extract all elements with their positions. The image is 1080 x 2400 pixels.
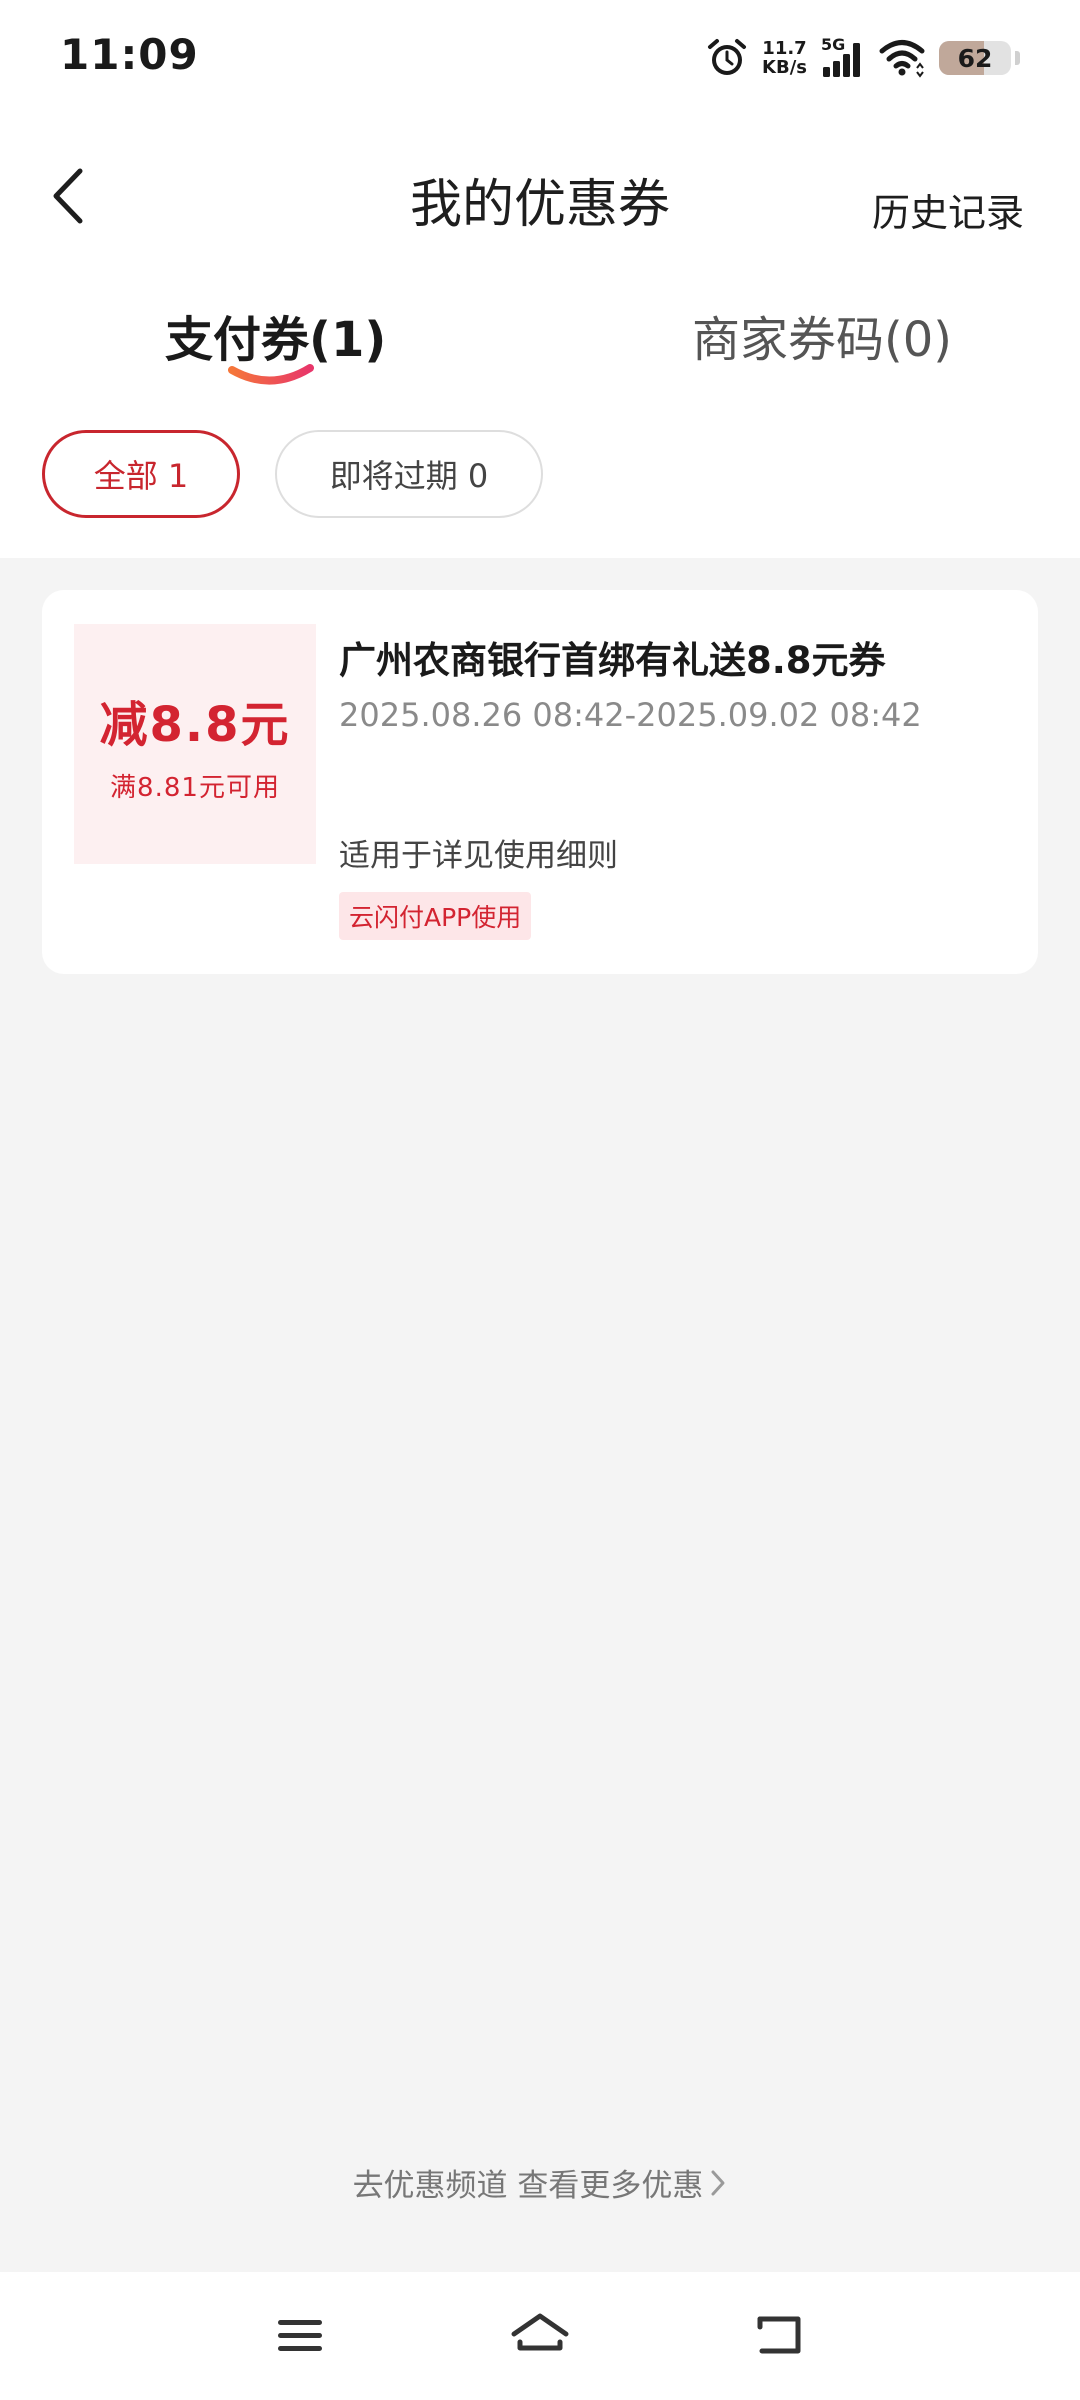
coupon-condition: 满8.81元可用 xyxy=(110,772,280,803)
coupon-amount: 减8.8元 xyxy=(99,696,291,753)
filter-expiring-chip[interactable]: 即将过期 0 xyxy=(275,430,543,518)
home-icon xyxy=(511,2313,569,2351)
filter-all-chip[interactable]: 全部 1 xyxy=(42,430,240,518)
status-icons: 11.7 KB/s 5G 62 xyxy=(706,34,1020,82)
nav-back-button[interactable] xyxy=(750,2306,810,2366)
tab-active-indicator xyxy=(228,364,314,385)
menu-icon xyxy=(278,2320,322,2351)
coupon-value-panel: 减8.8元 满8.81元可用 xyxy=(74,624,316,864)
more-offers-label: 去优惠频道 查看更多优惠 xyxy=(352,2168,704,2204)
signal-bars-icon xyxy=(823,43,860,77)
more-offers-link[interactable]: 去优惠频道 查看更多优惠 xyxy=(0,2160,1080,2205)
history-button[interactable]: 历史记录 xyxy=(872,182,1024,237)
cellular-signal: 5G xyxy=(821,35,865,79)
battery-indicator: 62 xyxy=(939,41,1011,75)
net-speed-unit: KB/s xyxy=(762,57,807,78)
system-navigation-bar xyxy=(0,2272,1080,2400)
net-speed: 11.7 KB/s xyxy=(762,39,807,77)
tab-merchant-codes[interactable]: 商家券码(0) xyxy=(692,300,952,370)
battery-tip xyxy=(1015,51,1020,65)
chevron-right-icon xyxy=(711,2170,725,2195)
battery-level: 62 xyxy=(957,43,993,73)
nav-home-button[interactable] xyxy=(510,2306,570,2366)
coupon-title: 广州农商银行首绑有礼送8.8元券 xyxy=(339,639,886,682)
nav-recents-button[interactable] xyxy=(270,2306,330,2366)
coupon-scope: 适用于详见使用细则 xyxy=(339,838,618,874)
coupon-usage-tag: 云闪付APP使用 xyxy=(339,892,532,940)
coupon-validity-period: 2025.08.26 08:42-2025.09.02 08:42 xyxy=(339,696,922,734)
coupon-card[interactable]: 减8.8元 满8.81元可用 广州农商银行首绑有礼送8.8元券 2025.08.… xyxy=(42,590,1038,974)
alarm-icon xyxy=(708,39,747,75)
tab-payment-coupons[interactable]: 支付券(1) xyxy=(165,300,386,370)
status-time: 11:09 xyxy=(60,30,199,79)
status-bar: 11:09 11.7 KB/s 5G 62 xyxy=(0,0,1080,116)
net-speed-value: 11.7 xyxy=(762,38,807,59)
back-arrow-icon xyxy=(757,2316,801,2354)
wifi-icon xyxy=(879,40,925,78)
